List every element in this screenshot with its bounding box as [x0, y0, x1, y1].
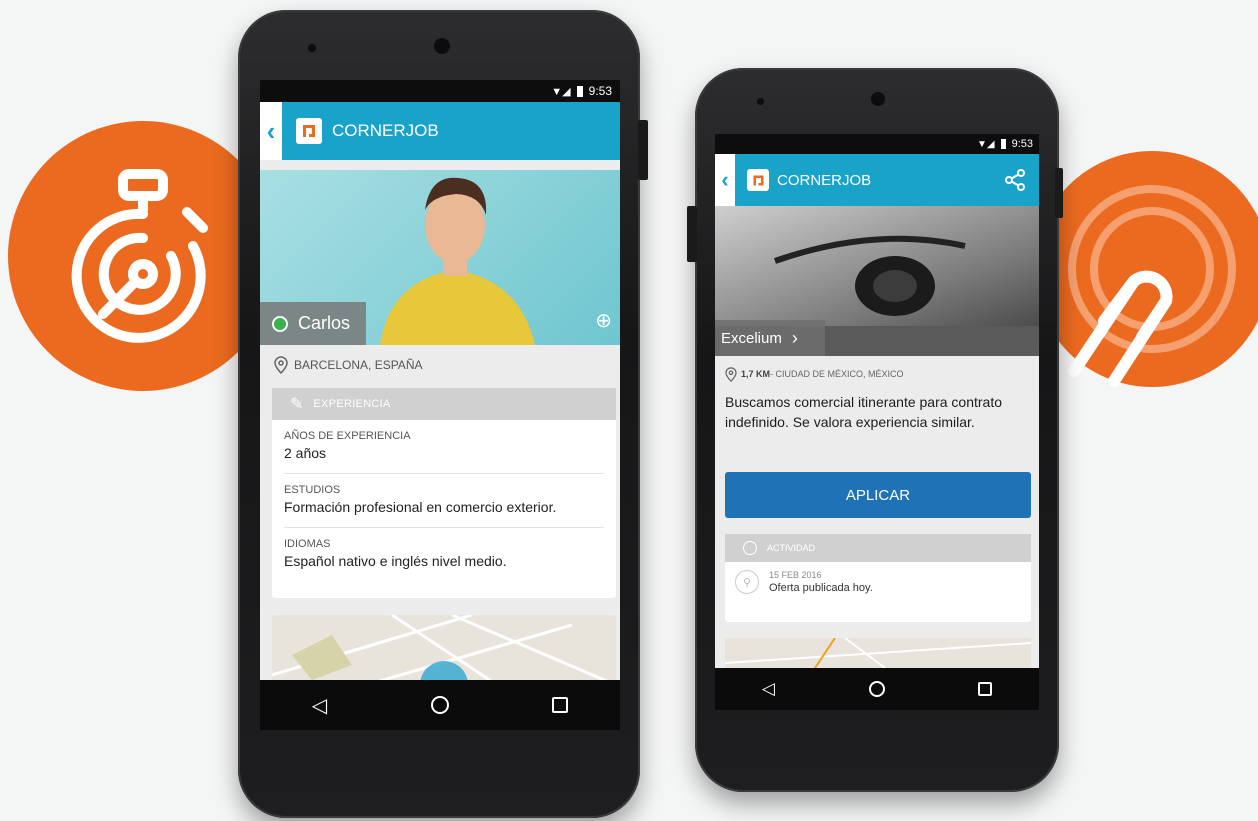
recents-nav-icon[interactable]: [552, 697, 569, 713]
cornerjob-logo: [296, 118, 322, 144]
share-icon[interactable]: [1003, 168, 1027, 192]
divider: [284, 527, 604, 528]
activity-card: ACTIVIDAD ⚲ 15 FEB 2016 Oferta publicada…: [725, 534, 1031, 622]
candidate-name-tag: Carlos: [260, 302, 366, 345]
app-title: CORNERJOB: [332, 121, 439, 140]
right-phone: ▼◢ 9:53 ‹ CORNERJOB Excelium › 1,7 KM - …: [687, 68, 1063, 792]
location-row: BARCELONA, ESPAÑA: [260, 345, 620, 385]
location-row: 1,7 KM - CIUDAD DE MÉXICO, MÉXICO: [725, 364, 1035, 384]
field-label: ESTUDIOS: [284, 484, 341, 496]
recents-nav-icon[interactable]: [978, 682, 993, 696]
left-phone-screen: ▼◢ 9:53 ‹ CORNERJOB Carlos ⊕ BARCELONA, …: [260, 80, 620, 730]
home-nav-icon[interactable]: [868, 681, 885, 697]
tap-finger-icon: [1068, 185, 1236, 387]
status-bar: ▼◢ 9:53: [260, 80, 620, 102]
back-nav-icon[interactable]: ◁: [762, 679, 775, 699]
candidate-photo: Carlos ⊕: [260, 170, 620, 345]
company-tag[interactable]: Excelium ›: [715, 320, 825, 356]
zoom-icon[interactable]: ⊕: [595, 308, 612, 333]
activity-header: ACTIVIDAD: [725, 534, 1031, 562]
app-title: CORNERJOB: [777, 171, 872, 189]
location-pin-icon: [725, 366, 737, 382]
right-phone-camera: [871, 92, 885, 106]
section-title: EXPERIENCIA: [313, 398, 391, 410]
right-phone-earpiece: [757, 98, 764, 105]
right-phone-screen: ▼◢ 9:53 ‹ CORNERJOB Excelium › 1,7 KM - …: [715, 134, 1039, 710]
cornerjob-logo: [747, 169, 769, 191]
activity-date: 15 FEB 2016: [769, 570, 822, 580]
activity-item: ⚲ 15 FEB 2016 Oferta publicada hoy.: [725, 562, 1031, 602]
right-phone-volume-button: [1055, 168, 1063, 218]
battery-icon: [576, 85, 583, 97]
pin-icon: ⚲: [735, 570, 759, 594]
status-bar: ▼◢ 9:53: [715, 134, 1039, 154]
right-phone-power-button: [687, 206, 697, 262]
left-phone-camera: [434, 38, 450, 54]
apply-label: APLICAR: [845, 486, 911, 504]
android-nav-bar: ◁: [715, 668, 1039, 710]
android-nav-bar: ◁: [260, 680, 620, 730]
location-text: - CIUDAD DE MÉXICO, MÉXICO: [770, 369, 904, 379]
battery-icon: [1000, 139, 1006, 149]
wifi-icon: ▼◢: [976, 138, 995, 150]
field-label: IDIOMAS: [284, 538, 331, 550]
map-view[interactable]: [725, 638, 1031, 668]
back-nav-icon[interactable]: ◁: [312, 693, 327, 718]
activity-title: ACTIVIDAD: [767, 543, 816, 553]
back-button[interactable]: ‹: [260, 102, 282, 160]
activity-text: Oferta publicada hoy.: [769, 582, 873, 594]
stopwatch-icon: [71, 169, 208, 343]
company-photo: Excelium ›: [715, 206, 1039, 356]
field-value: Formación profesional en comercio exteri…: [284, 499, 557, 515]
distance: 1,7 KM: [741, 369, 771, 379]
tap-badge: [1034, 151, 1258, 387]
field-label: AÑOS DE EXPERIENCIA: [284, 430, 411, 442]
wifi-icon: ▼◢: [551, 85, 571, 98]
pencil-icon: ✎: [290, 396, 304, 413]
left-phone: ▼◢ 9:53 ‹ CORNERJOB Carlos ⊕ BARCELONA, …: [238, 10, 648, 818]
online-status-dot: [272, 315, 288, 332]
field-value: 2 años: [284, 445, 327, 461]
back-button[interactable]: ‹: [715, 154, 735, 206]
candidate-name: Carlos: [298, 313, 351, 333]
apply-button[interactable]: APLICAR: [725, 472, 1031, 518]
home-nav-icon[interactable]: [430, 696, 449, 714]
location-pin-icon: [274, 356, 288, 374]
location-text: BARCELONA, ESPAÑA: [294, 358, 423, 372]
chevron-right-icon: ›: [791, 327, 798, 348]
company-name: Excelium: [721, 329, 782, 347]
experience-header: ✎ EXPERIENCIA: [272, 388, 616, 420]
experience-card: ✎ EXPERIENCIA AÑOS DE EXPERIENCIA 2 años…: [272, 388, 616, 598]
app-bar: ‹ CORNERJOB: [260, 102, 620, 160]
status-time: 9:53: [588, 84, 612, 98]
clock-icon: [743, 541, 757, 555]
field-value: Español nativo e inglés nivel medio.: [284, 553, 507, 569]
divider: [284, 473, 604, 474]
app-bar: ‹ CORNERJOB: [715, 154, 1039, 206]
status-time: 9:53: [1011, 138, 1033, 150]
job-description: Buscamos comercial itinerante para contr…: [725, 394, 1003, 430]
left-phone-earpiece: [308, 44, 316, 52]
left-phone-power-button: [638, 120, 648, 180]
